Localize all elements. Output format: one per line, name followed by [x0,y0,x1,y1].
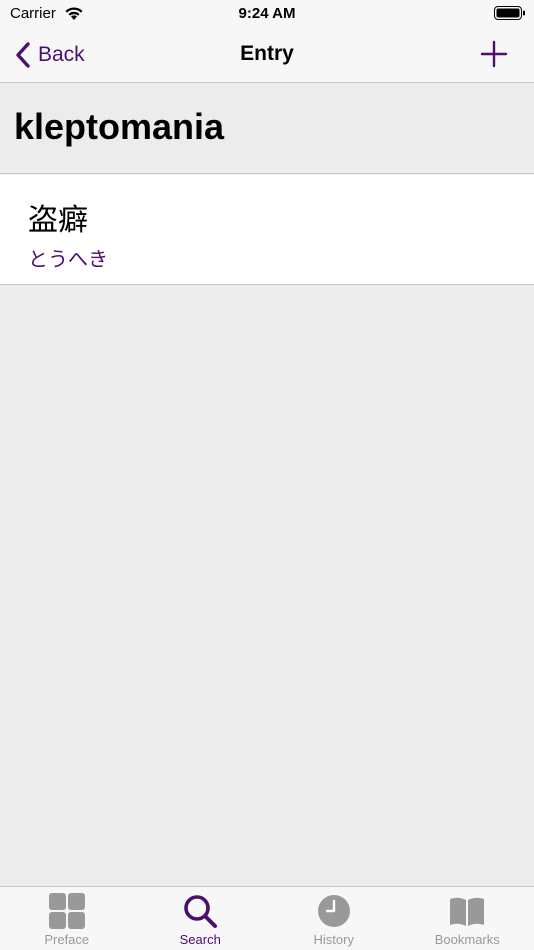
tab-search[interactable]: Search [134,887,268,950]
grid-icon [48,893,85,929]
headword: kleptomania [14,106,225,147]
tab-label: Preface [44,932,90,947]
add-icon[interactable] [480,40,508,68]
tab-bookmarks[interactable]: Bookmarks [401,887,534,950]
tab-preface[interactable]: Preface [0,887,134,950]
clock-icon [317,895,350,927]
book-icon [450,897,485,926]
tab-label: Bookmarks [434,932,500,947]
search-icon [184,895,218,928]
status-bar: Carrier 9:24 AM [0,0,534,28]
entry-reading: とうへき [28,247,108,271]
navigation-bar: Back Entry [0,28,534,83]
entry-kanji: 盗癖 [28,203,88,238]
page-title: Entry [240,42,294,65]
screen: Carrier 9:24 AM Back Entry kleptomania 盗… [0,0,534,950]
tab-bar: Preface Search History Bookmarks [0,886,534,950]
tab-label: History [313,932,354,947]
headword-header: kleptomania [0,84,534,174]
tab-history[interactable]: History [267,887,401,950]
tab-label: Search [179,932,221,947]
entry-row[interactable]: 盗癖 とうへき [0,175,534,285]
battery-icon [494,6,525,20]
clock-time: 9:24 AM [238,5,296,22]
